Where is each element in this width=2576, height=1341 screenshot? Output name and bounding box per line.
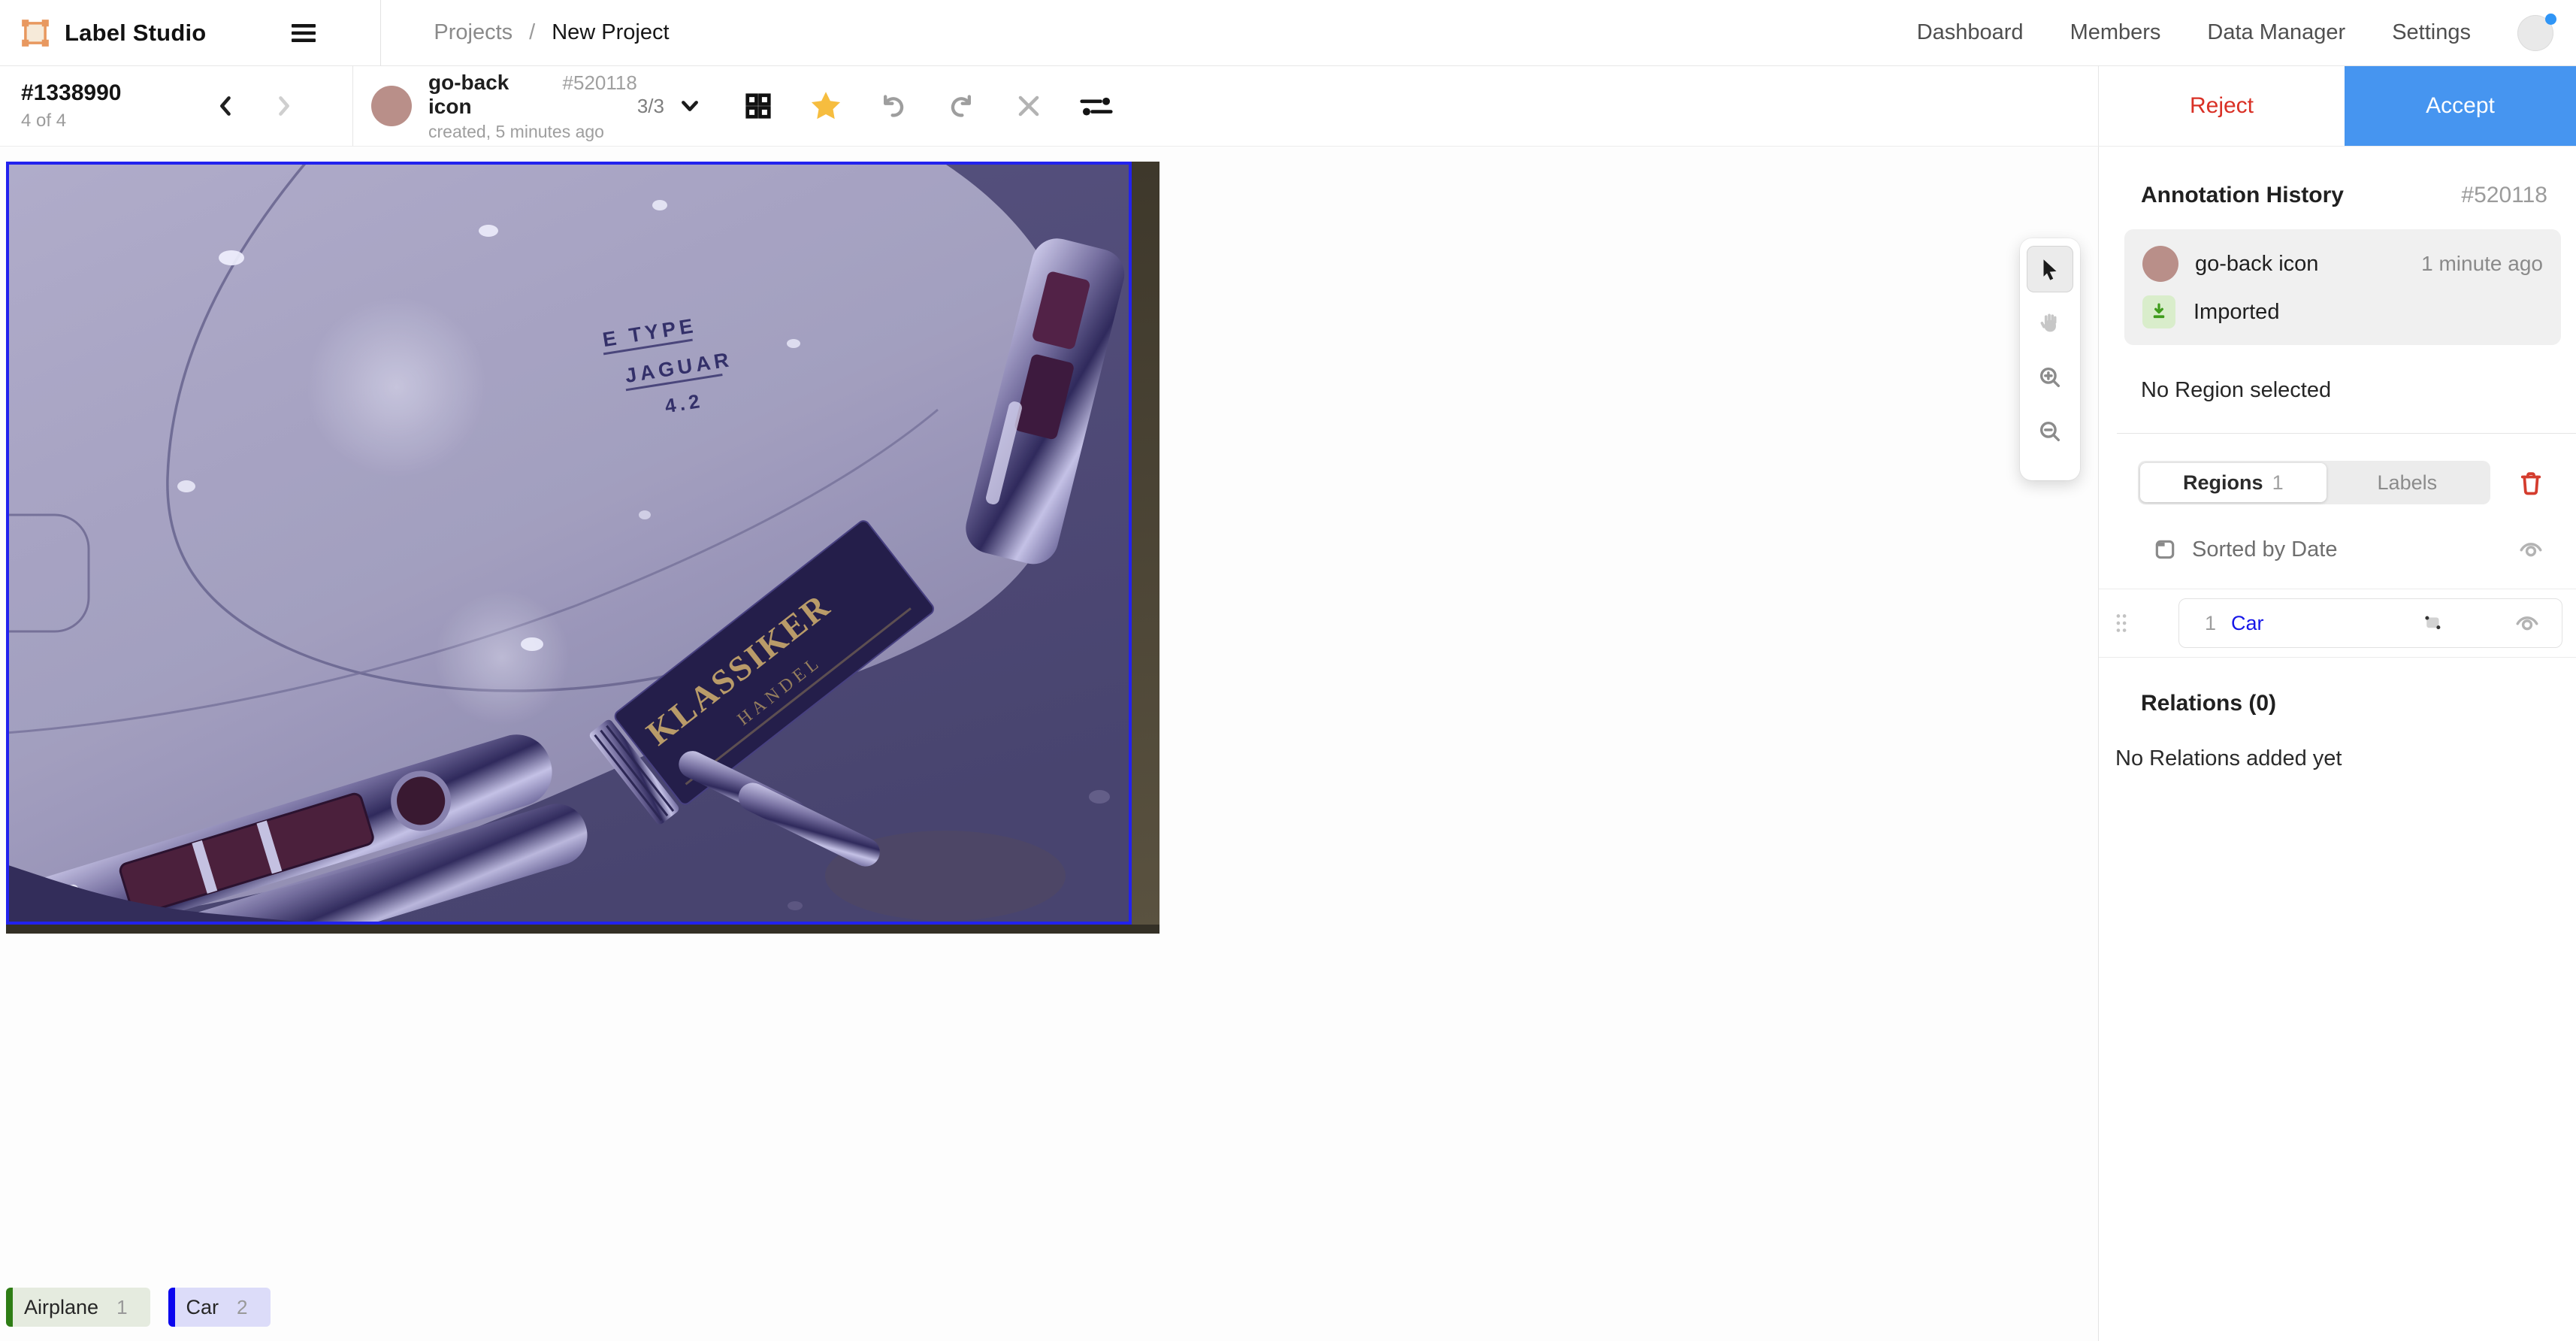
sort-label: Sorted by Date xyxy=(2192,537,2337,562)
regions-labels-tabs: Regions 1 Labels xyxy=(2138,461,2549,504)
region-index: 1 xyxy=(2205,612,2216,635)
history-card: go-back icon 1 minute ago Imported xyxy=(2124,229,2561,345)
relations-title: Relations (0) xyxy=(2141,691,2576,716)
chip-hotkey: 1 xyxy=(116,1288,127,1327)
undo-button[interactable] xyxy=(870,83,917,129)
chip-hotkey: 2 xyxy=(237,1288,247,1327)
task-info-section: #1338990 4 of 4 xyxy=(0,66,353,146)
region-list: 1 Car xyxy=(2099,589,2576,658)
drag-handle-icon[interactable] xyxy=(2114,612,2129,634)
nav-data-manager[interactable]: Data Manager xyxy=(2207,20,2345,45)
history-avatar xyxy=(2142,246,2178,282)
nav-dashboard[interactable]: Dashboard xyxy=(1917,20,2024,45)
label-chip-airplane[interactable]: Airplane 1 xyxy=(6,1288,150,1327)
annotation-selector[interactable]: go-back icon #520118 created, 5 minutes … xyxy=(353,66,712,146)
next-task-button[interactable] xyxy=(266,89,301,123)
toggle-all-regions-visibility-eye-icon[interactable] xyxy=(2513,531,2549,568)
previous-task-button[interactable] xyxy=(209,89,243,123)
imported-download-icon xyxy=(2142,295,2175,328)
tab-regions-label: Regions xyxy=(2183,471,2263,495)
annotator-avatar xyxy=(371,86,412,126)
pan-hand-tool[interactable] xyxy=(2027,300,2073,347)
breadcrumb-projects[interactable]: Projects xyxy=(434,20,512,45)
annotation-history-title: Annotation History xyxy=(2141,183,2344,208)
annotation-actions xyxy=(735,66,1120,146)
user-avatar[interactable] xyxy=(2517,15,2553,51)
region-item[interactable]: 1 Car xyxy=(2178,598,2562,648)
annotation-id: #520118 xyxy=(563,71,637,95)
reject-button[interactable]: Reject xyxy=(2098,66,2345,146)
sort-by-date-icon xyxy=(2153,537,2177,562)
tab-regions[interactable]: Regions 1 xyxy=(2140,463,2327,502)
annotation-canvas[interactable]: E TYPE JAGUAR 4.2 xyxy=(0,147,2098,1341)
region-label: Car xyxy=(2231,612,2264,635)
breadcrumb-current-project: New Project xyxy=(552,20,669,45)
nav-members[interactable]: Members xyxy=(2070,20,2161,45)
grid-view-button[interactable] xyxy=(735,83,782,129)
panel-annotation-id: #520118 xyxy=(2461,183,2547,208)
panel-divider xyxy=(2117,433,2576,434)
chevron-down-icon xyxy=(678,94,702,118)
canvas-tool-palette xyxy=(2020,238,2080,480)
topbar-divider xyxy=(380,0,381,66)
top-bar: Label Studio Projects / New Project Dash… xyxy=(0,0,2576,66)
annotation-created-info: created, 5 minutes ago xyxy=(428,122,637,142)
history-entry[interactable]: go-back icon 1 minute ago xyxy=(2142,246,2543,282)
notification-dot xyxy=(2545,14,2556,25)
side-panel: Annotation History #520118 go-back icon … xyxy=(2098,147,2576,1341)
tab-regions-count: 1 xyxy=(2272,471,2284,495)
breadcrumb-separator: / xyxy=(529,20,535,45)
move-select-tool[interactable] xyxy=(2027,246,2073,292)
chip-label: Car xyxy=(186,1288,219,1327)
rectangle-region-icon xyxy=(2422,612,2444,634)
app-title: Label Studio xyxy=(65,20,206,47)
accept-button[interactable]: Accept xyxy=(2345,66,2576,146)
zoom-in-tool[interactable] xyxy=(2027,354,2073,401)
history-status-row: Imported xyxy=(2142,295,2543,328)
zoom-out-tool[interactable] xyxy=(2027,408,2073,455)
tab-labels[interactable]: Labels xyxy=(2327,463,2488,502)
tab-labels-label: Labels xyxy=(2378,471,2438,495)
nav-settings[interactable]: Settings xyxy=(2392,20,2471,45)
settings-sliders-button[interactable] xyxy=(1073,83,1120,129)
annotator-name: go-back icon xyxy=(428,71,552,119)
task-position: 4 of 4 xyxy=(21,110,209,132)
reset-button[interactable] xyxy=(1005,83,1052,129)
task-image[interactable]: E TYPE JAGUAR 4.2 xyxy=(6,162,1160,934)
breadcrumb: Projects / New Project xyxy=(434,20,669,45)
label-studio-app: Label Studio Projects / New Project Dash… xyxy=(0,0,2576,1341)
top-navigation: Dashboard Members Data Manager Settings xyxy=(1917,15,2576,51)
photo-bottom-strip xyxy=(6,925,1160,934)
history-status: Imported xyxy=(2194,300,2279,325)
task-id: #1338990 xyxy=(21,80,209,106)
region-sort-control[interactable]: Sorted by Date xyxy=(2153,531,2549,568)
history-author: go-back icon xyxy=(2195,252,2318,277)
annotation-toolbar: #1338990 4 of 4 go-back icon #520118 cre… xyxy=(0,66,2576,147)
hamburger-menu-icon[interactable] xyxy=(281,11,326,56)
no-region-selected-text: No Region selected xyxy=(2141,378,2576,403)
history-time: 1 minute ago xyxy=(2421,252,2543,276)
annotation-index: 3/3 xyxy=(637,95,664,118)
label-studio-logo-icon xyxy=(20,17,51,49)
photo-right-strip xyxy=(1132,162,1160,934)
delete-all-regions-button[interactable] xyxy=(2513,465,2549,501)
star-ground-truth-button[interactable] xyxy=(803,83,849,129)
region-visibility-eye-icon[interactable] xyxy=(2509,605,2545,641)
label-chip-car[interactable]: Car 2 xyxy=(168,1288,271,1327)
relations-empty-text: No Relations added yet xyxy=(2115,746,2576,771)
car-region-bounding-box[interactable] xyxy=(8,163,1130,923)
app-logo[interactable]: Label Studio xyxy=(0,17,206,49)
label-chips: Airplane 1 Car 2 xyxy=(6,1288,271,1327)
redo-button[interactable] xyxy=(938,83,984,129)
chip-label: Airplane xyxy=(24,1288,98,1327)
region-row-car: 1 Car xyxy=(2099,598,2576,648)
